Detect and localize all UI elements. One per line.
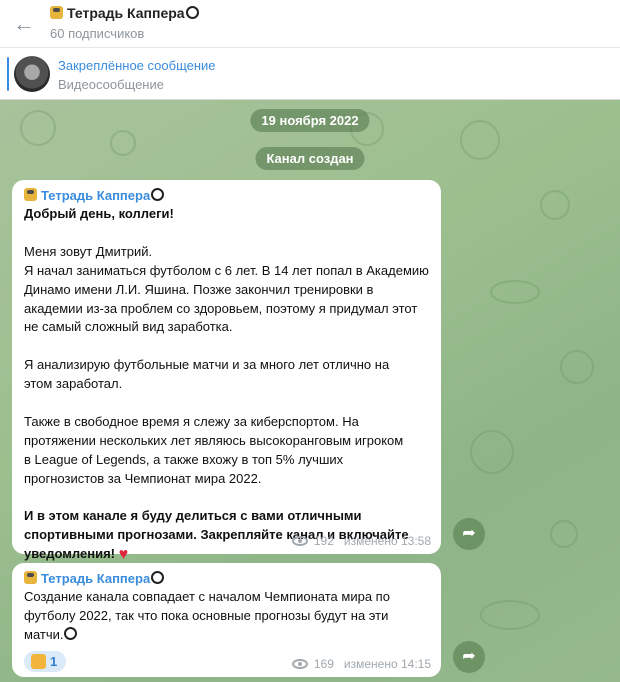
pinned-message-bar[interactable]: Закреплённое сообщение Видеосообщение (0, 48, 620, 100)
forward-button[interactable]: ➦ (453, 518, 485, 550)
channel-post[interactable]: Тетрадь Каппера Создание канала совпадае… (12, 563, 441, 677)
post-meta: 169 изменено 14:15 (291, 657, 431, 671)
wallpaper-doodle (560, 350, 594, 384)
reaction-count: 1 (50, 653, 58, 669)
wallpaper-doodle (480, 600, 540, 630)
eye-icon (291, 536, 308, 546)
soccer-ball-icon (151, 571, 165, 584)
channel-post[interactable]: Тетрадь Каппера Добрый день, коллеги! Ме… (12, 180, 441, 563)
service-message: Канал создан (255, 147, 365, 170)
eye-icon (291, 659, 308, 669)
post-sender[interactable]: Тетрадь Каппера (24, 186, 430, 205)
post-meta: 192 изменено 13:58 (291, 534, 431, 548)
wallpaper-doodle (490, 280, 540, 304)
subscriber-count: 60 подписчиков (50, 26, 145, 41)
wallpaper-doodle (460, 120, 500, 160)
reaction-thumbs-up[interactable]: 1 (24, 650, 67, 672)
view-count: 192 (313, 534, 334, 548)
wallpaper-doodle (20, 110, 56, 146)
wallpaper-doodle (540, 190, 570, 220)
chat-header: ← Тетрадь Каппера 60 подписчиков (0, 0, 620, 48)
person-emoji-icon (24, 188, 37, 201)
share-arrow-icon: ➦ (462, 525, 476, 542)
post-sender[interactable]: Тетрадь Каппера (24, 569, 430, 588)
heart-icon: ♥ (118, 546, 129, 564)
view-count: 169 (313, 657, 334, 671)
soccer-ball-icon (64, 626, 78, 640)
chat-area[interactable]: 19 ноября 2022 Канал создан Тетрадь Капп… (0, 100, 620, 682)
share-arrow-icon: ➦ (462, 648, 476, 665)
wallpaper-doodle (110, 130, 136, 156)
pinned-subtitle: Видеосообщение (58, 77, 164, 92)
date-separator: 19 ноября 2022 (250, 109, 370, 132)
soccer-ball-icon (151, 188, 165, 201)
edited-time: изменено 13:58 (343, 534, 431, 548)
post-text: Создание канала совпадает с началом Чемп… (24, 589, 390, 642)
pinned-title: Закреплённое сообщение (58, 58, 216, 73)
post-text: Добрый день, коллеги! Меня зовут Дмитрий… (24, 206, 429, 564)
arrow-left-icon: ← (13, 11, 35, 36)
pinned-indicator (7, 57, 9, 91)
thumbs-up-icon (31, 653, 46, 669)
person-emoji-icon (24, 571, 37, 584)
soccer-ball-icon (185, 6, 199, 19)
channel-title[interactable]: Тетрадь Каппера (50, 5, 199, 21)
wallpaper-doodle (550, 520, 578, 548)
wallpaper-doodle (470, 430, 514, 474)
back-button[interactable]: ← (10, 10, 38, 38)
person-emoji-icon (50, 6, 63, 19)
forward-button[interactable]: ➦ (453, 641, 485, 673)
edited-time: изменено 14:15 (343, 657, 431, 671)
pinned-video-thumbnail (14, 56, 50, 92)
